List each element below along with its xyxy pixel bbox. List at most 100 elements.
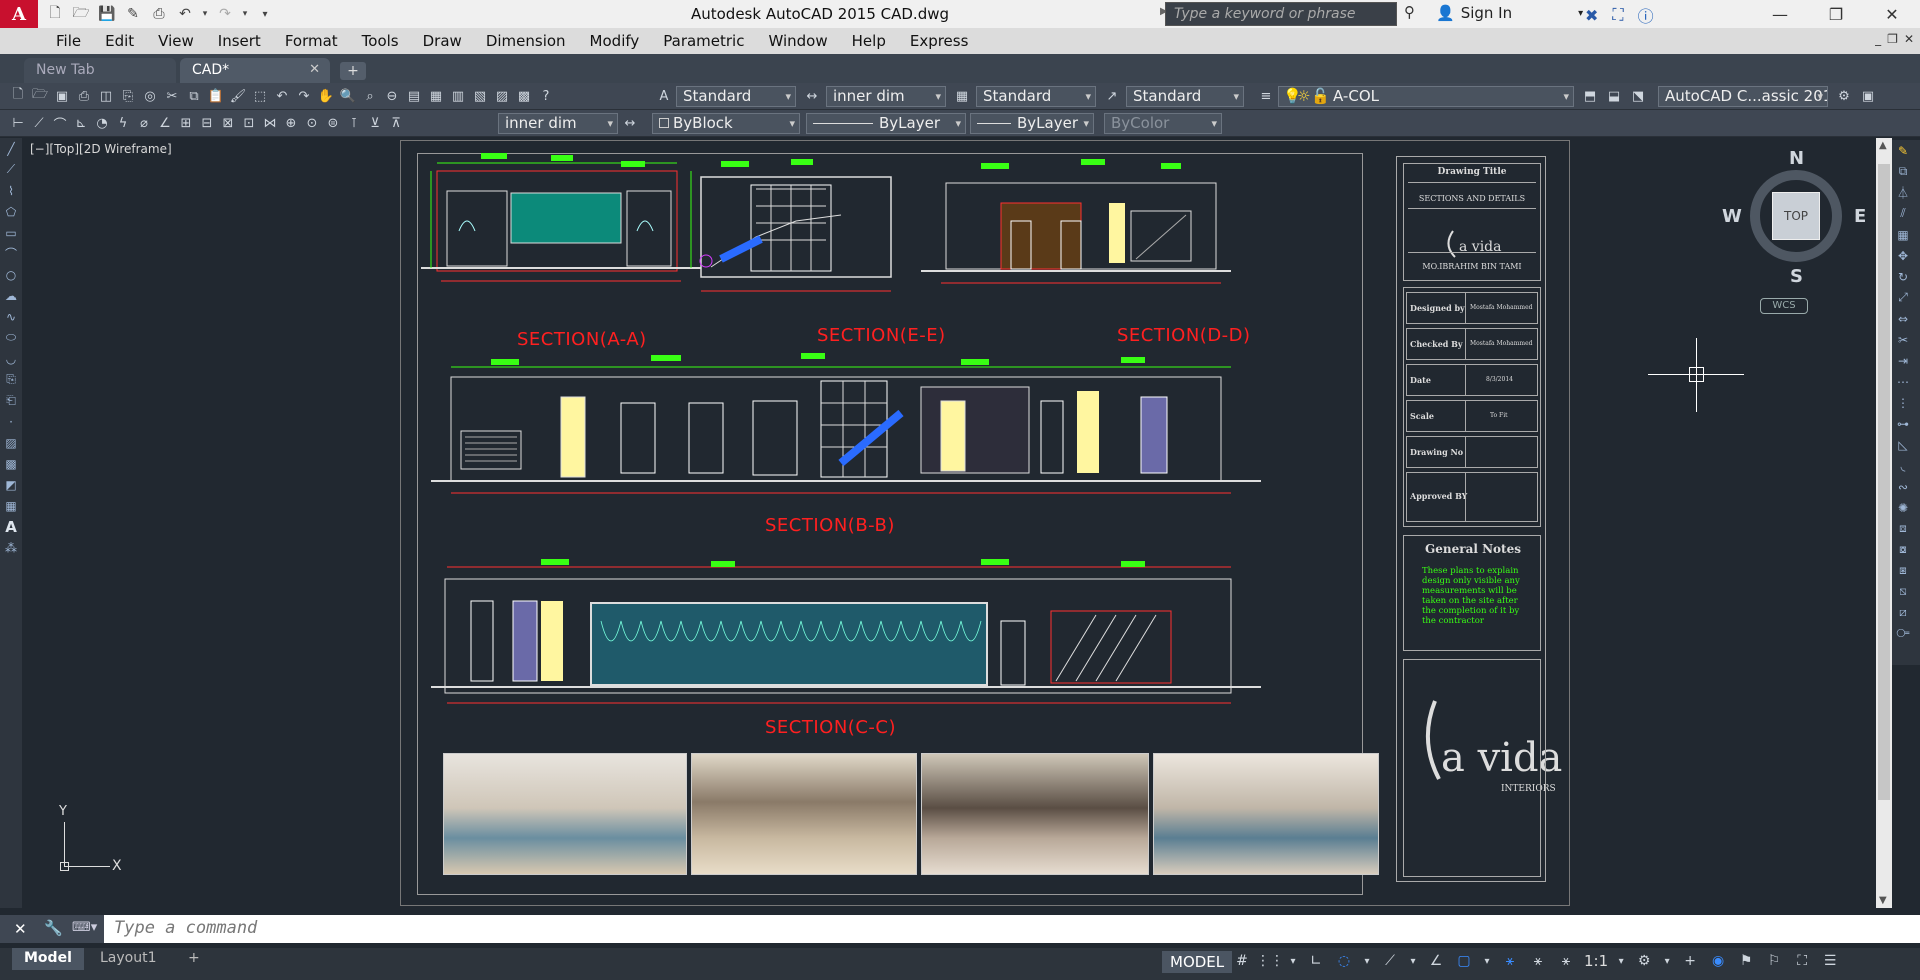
offset-icon[interactable]: ⫽ [1892,203,1914,224]
zoom-window-icon[interactable]: ⌕ [360,86,380,106]
make-block-icon[interactable]: ⎗ [0,390,22,411]
menu-view[interactable]: View [146,28,206,54]
publish-icon[interactable]: ⎘ [118,86,138,106]
make-current-layer-icon[interactable]: ⬒ [1580,86,1600,106]
close-icon[interactable]: ✕ [1864,0,1920,28]
break-icon[interactable]: ⋈ [260,113,280,133]
isodraft-icon[interactable]: ⟋ [1380,951,1400,971]
3d-dwf-icon[interactable]: ◎ [140,86,160,106]
rectangle-icon[interactable]: ▭ [0,222,22,243]
mirror-icon[interactable]: ⏃ [1892,182,1914,203]
menu-insert[interactable]: Insert [206,28,273,54]
diameter-icon[interactable]: ⌀ [134,113,154,133]
tab-cad-drawing[interactable]: CAD* ✕ [180,58,330,83]
arc-length-icon[interactable]: ⌒ [50,113,70,133]
viewcube-top-face[interactable]: TOP [1772,192,1820,240]
break-icon[interactable]: ⋮ [1892,392,1914,413]
binoculars-icon[interactable]: ⚲ [1404,3,1415,21]
help-icon[interactable]: ? [536,86,556,106]
paste-icon[interactable]: 📋 [206,86,226,106]
continue-icon[interactable]: ⊠ [218,113,238,133]
chevron-down-icon[interactable]: ▾ [1616,951,1626,971]
ordinate-icon[interactable]: ⊾ [71,113,91,133]
attribute-icon[interactable]: ⧃ [1892,623,1914,644]
rotate-icon[interactable]: ↻ [1892,266,1914,287]
polar-icon[interactable]: ◌ [1334,951,1354,971]
mleader-style-select[interactable]: Standard ▾ [1126,86,1244,107]
redo-icon[interactable]: ↷ [294,86,314,106]
space-icon[interactable]: ⊡ [239,113,259,133]
tolerance-icon[interactable]: ⊕ [281,113,301,133]
chevron-down-icon[interactable]: ▾ [1482,951,1492,971]
compass-north[interactable]: N [1789,148,1804,169]
match-properties-icon[interactable]: 🖌 [228,86,248,106]
workspace-menu-icon[interactable]: ▣ [1858,86,1878,106]
pan-icon[interactable]: ✋ [316,86,336,106]
workspace-settings-icon[interactable]: ⚙ [1834,86,1854,106]
construction-line-icon[interactable]: ⟋ [0,159,22,180]
workspace-switch-icon[interactable]: ⚙ [1634,951,1654,971]
chevron-down-icon[interactable]: ▾ [1662,951,1672,971]
isolate-icon[interactable]: ◉ [1708,951,1728,971]
menu-parametric[interactable]: Parametric [651,28,756,54]
copy-icon[interactable]: ⧉ [1892,161,1914,182]
close-command-line-icon[interactable]: ✕ [14,920,27,938]
multiline-text-icon[interactable]: A [0,516,22,537]
workspace-select[interactable]: AutoCAD C...assic 201 ▾ [1658,86,1828,107]
plot-icon[interactable]: ⎙ [74,86,94,106]
block-editor-icon[interactable]: ⬚ [250,86,270,106]
command-input[interactable]: Type a command [104,915,1920,943]
hatch-icon[interactable]: ▨ [0,432,22,453]
menu-tools[interactable]: Tools [350,28,411,54]
compass-south[interactable]: S [1790,266,1803,287]
scale-icon[interactable]: ⤢ [1892,287,1914,308]
plus-icon[interactable]: + [1680,951,1700,971]
dim-style-icon[interactable]: ↔ [620,113,640,133]
a360-icon[interactable]: ⛶ [1612,5,1623,25]
viewcube[interactable]: TOP N S E W [1722,148,1872,288]
menu-window[interactable]: Window [756,28,839,54]
erase-icon[interactable]: ✎ [1892,140,1914,161]
properties-icon[interactable]: ▤ [404,86,424,106]
trim-icon[interactable]: ✂ [1892,329,1914,350]
grid-icon[interactable]: # [1232,951,1252,971]
group-icon[interactable]: ⧆ [1892,560,1914,581]
ungroup-icon[interactable]: ⧅ [1892,581,1914,602]
polygon-icon[interactable]: ⬠ [0,201,22,222]
doc-minimize-icon[interactable]: _ [1875,32,1881,46]
mleader-style-icon[interactable]: ↗ [1102,86,1122,106]
tool-palettes-icon[interactable]: ▥ [448,86,468,106]
customization-icon[interactable]: ☰ [1820,951,1840,971]
line-icon[interactable]: ╱ [0,138,22,159]
aligned-dim-icon[interactable]: ⟋ [29,113,49,133]
circle-icon[interactable]: ○ [0,264,22,285]
tab-model[interactable]: Model [12,948,84,970]
menu-modify[interactable]: Modify [578,28,652,54]
menu-draw[interactable]: Draw [411,28,474,54]
save-icon[interactable]: ▣ [52,86,72,106]
center-mark-icon[interactable]: ⊙ [302,113,322,133]
menu-express[interactable]: Express [898,28,981,54]
dim-style-icon[interactable]: ↔ [802,86,822,106]
doc-restore-icon[interactable]: ❐ [1887,32,1898,46]
menu-edit[interactable]: Edit [93,28,146,54]
angular-icon[interactable]: ∠ [155,113,175,133]
open-icon[interactable]: 🗁 [30,86,50,106]
search-input[interactable]: Type a keyword or phrase [1165,2,1397,26]
object-snap-icon[interactable]: ▢ [1454,951,1474,971]
preview-icon[interactable]: ◫ [96,86,116,106]
compass-west[interactable]: W [1722,206,1742,227]
ellipse-arc-icon[interactable]: ◡ [0,348,22,369]
menu-format[interactable]: Format [273,28,350,54]
design-center-icon[interactable]: ▦ [426,86,446,106]
layer-select[interactable]: 💡 ☼ 🔓 A-COL ▾ [1278,86,1574,107]
lock-ui-icon[interactable]: ⚐ [1764,951,1784,971]
region-icon[interactable]: ◩ [0,474,22,495]
annotation-scale[interactable]: 1:1 [1584,952,1608,970]
stretch-icon[interactable]: ⇔ [1892,308,1914,329]
compass-east[interactable]: E [1854,206,1866,227]
qnew-icon[interactable]: 🗋 [8,86,28,106]
menu-file[interactable]: File [44,28,93,54]
add-layout-button[interactable]: + [176,948,212,970]
lineweight-select[interactable]: ByLayer ▾ [970,113,1094,134]
